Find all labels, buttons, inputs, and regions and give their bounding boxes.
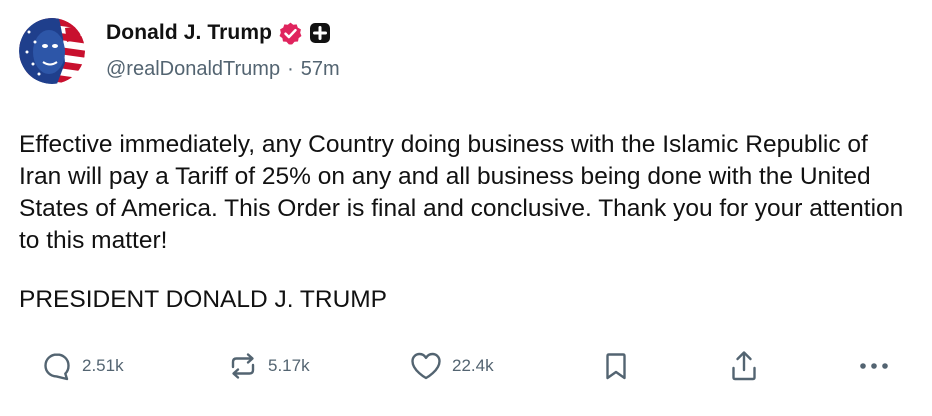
like-button[interactable]: 22.4k [409,348,494,384]
share-icon [728,349,760,383]
bookmark-icon [601,350,631,382]
separator-dot: · [287,58,294,80]
reply-icon [41,350,73,382]
name-row: Donald J. Trump [106,19,340,47]
repost-button[interactable]: 5.17k [227,348,310,384]
handle-row: @realDonaldTrump · 57m [106,58,340,81]
reply-count: 2.51k [82,356,124,375]
like-count: 22.4k [452,356,494,375]
author-display-name[interactable]: Donald J. Trump [106,21,272,45]
share-button[interactable] [728,348,760,384]
plus-badge-icon [309,22,331,44]
repost-count: 5.17k [268,356,310,375]
post-timestamp[interactable]: 57m [301,58,340,81]
post-header: Donald J. Trump @realDonaldTrump · 57m [106,19,340,81]
avatar-flag-portrait-icon [19,18,85,84]
author-handle[interactable]: @realDonaldTrump [106,58,280,81]
repost-icon [227,350,259,382]
heart-icon [409,350,443,382]
more-icon [856,350,892,382]
post-signature: PRESIDENT DONALD J. TRUMP [19,286,388,313]
post-body-text: Effective immediately, any Country doing… [19,131,904,254]
bookmark-button[interactable] [601,348,631,384]
reply-button[interactable]: 2.51k [41,348,124,384]
verified-badge-icon [278,21,303,46]
author-avatar[interactable] [19,18,85,84]
post-card: Donald J. Trump @realDonaldTrump · 57m E… [0,0,932,416]
more-options-button[interactable] [856,348,892,384]
